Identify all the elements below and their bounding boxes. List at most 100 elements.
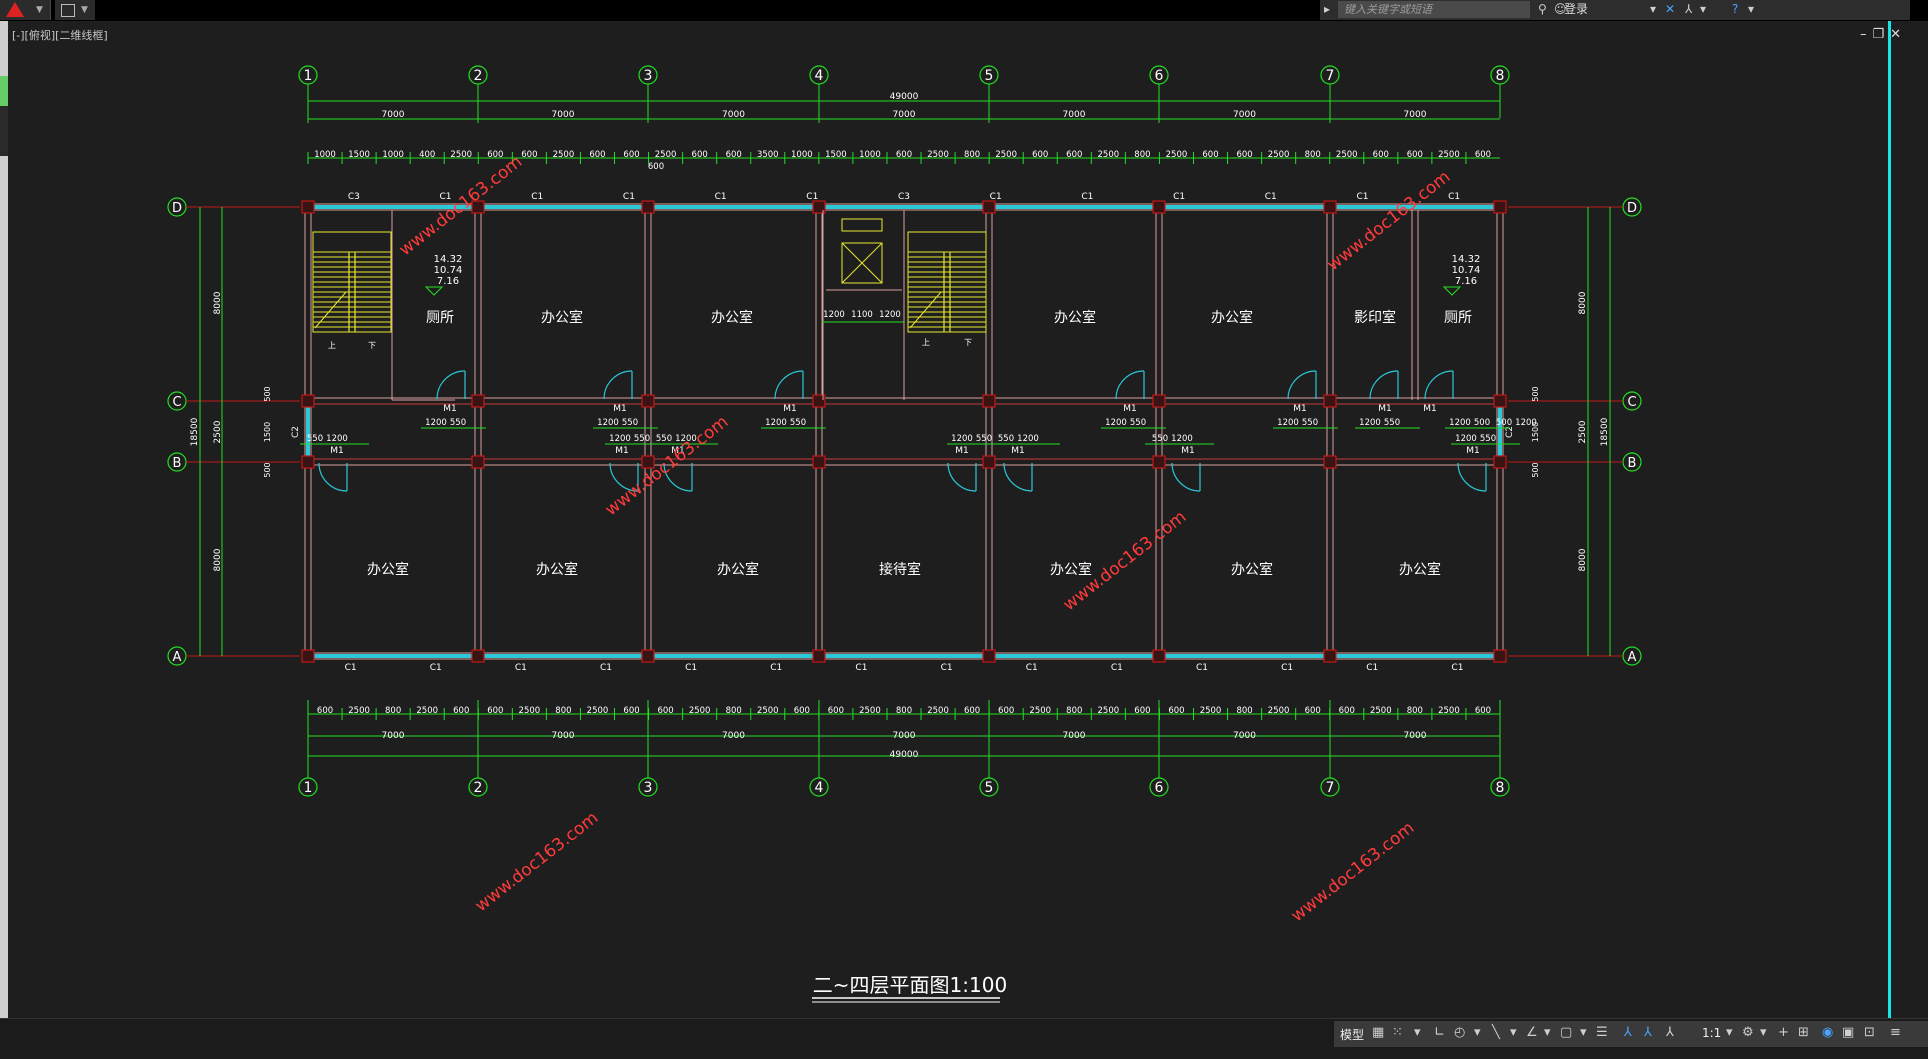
isodraft-icon[interactable]: ╲ xyxy=(1492,1025,1500,1040)
isolate-objects-icon[interactable]: ⊞ xyxy=(1798,1025,1809,1040)
dim-top-segment: 2500 xyxy=(1268,150,1290,160)
axis-label-A: A xyxy=(173,650,182,665)
dim-top-extra: 600 xyxy=(648,162,664,172)
dim-door-c: 500 xyxy=(1496,418,1512,428)
auto-scale-icon[interactable]: ⅄ xyxy=(1644,1025,1652,1040)
door-swing xyxy=(318,462,348,492)
dim-right-inner: 500 xyxy=(1531,462,1540,477)
window-c2-right xyxy=(1498,406,1502,457)
dim-bottom-segment: 800 xyxy=(726,706,742,716)
dim-bottom-segment: 600 xyxy=(453,706,469,716)
dim-bay-bottom: 7000 xyxy=(382,731,405,741)
window-band xyxy=(308,205,1500,209)
dim-bay-bottom: 7000 xyxy=(893,731,916,741)
annotation-visibility-icon[interactable]: ⅄ xyxy=(1624,1025,1632,1040)
dim-left-part: 2500 xyxy=(213,420,223,443)
grid-icon[interactable]: ▦ xyxy=(1372,1025,1384,1040)
chevron-down-icon[interactable]: ▾ xyxy=(1474,1025,1481,1040)
level-mark: 14.32 xyxy=(1452,254,1481,265)
ortho-icon[interactable]: ∟ xyxy=(1434,1025,1445,1040)
door-swing xyxy=(1424,370,1454,400)
window-tag: C2 xyxy=(291,426,301,438)
watermark: www.doc163.com xyxy=(472,808,603,916)
structural-column xyxy=(1152,455,1166,469)
chevron-down-icon[interactable]: ▾ xyxy=(1580,1025,1587,1040)
door-tag: M1 xyxy=(1181,446,1195,456)
dim-top-segment: 800 xyxy=(1305,150,1321,160)
dim-door-c: 1200 xyxy=(1277,418,1299,428)
customization-menu-icon[interactable]: ≡ xyxy=(1890,1025,1901,1040)
structural-column xyxy=(1323,455,1337,469)
dim-door-b: 550 xyxy=(976,434,992,444)
structural-column xyxy=(641,200,655,214)
dim-door-b: 1200 xyxy=(609,434,631,444)
structural-column xyxy=(1323,200,1337,214)
snap-icon[interactable]: ⁙ xyxy=(1392,1025,1403,1040)
axis-label-4: 4 xyxy=(815,780,824,796)
dim-door-b: 550 xyxy=(307,434,323,444)
dim-top-segment: 1500 xyxy=(825,150,847,160)
door-swing xyxy=(774,370,804,400)
structural-column xyxy=(982,394,996,408)
drawing-canvas[interactable]: 1 1 2 2 3 3 4 4 5 5 6 6 7 7 8 8 D D C C B B A A 49000 7000 7000 700… xyxy=(0,0,1928,1018)
dim-bottom-segment: 600 xyxy=(487,706,503,716)
structural-column xyxy=(982,200,996,214)
model-space-button[interactable]: 模型 xyxy=(1340,1026,1364,1043)
dim-door-b: 1200 xyxy=(326,434,348,444)
annotation-scale-icon[interactable]: ⅄ xyxy=(1666,1025,1674,1040)
dim-top-segment: 2500 xyxy=(995,150,1017,160)
annotation-scale-value[interactable]: 1:1 xyxy=(1702,1026,1721,1040)
dim-bottom-segment: 2500 xyxy=(587,706,609,716)
window-tag: C1 xyxy=(1448,192,1460,202)
osnap-tracking-icon[interactable]: ∠ xyxy=(1526,1025,1538,1040)
dim-top-segment: 600 xyxy=(1373,150,1389,160)
dim-door-b: 550 xyxy=(1480,434,1496,444)
workspace-gear-icon[interactable]: ⚙ xyxy=(1742,1025,1754,1040)
dim-top-segment: 400 xyxy=(419,150,435,160)
window-tag: C1 xyxy=(855,663,867,673)
status-toolbar: 模型 ▦ ⁙ ▾ ∟ ◴ ▾ ╲ ▾ ∠ ▾ ▢ ▾ ☰ ⅄ ⅄ ⅄ 1:1 ▾… xyxy=(1334,1021,1928,1047)
structural-column xyxy=(1493,200,1507,214)
level-mark: 7.16 xyxy=(437,276,459,287)
structural-column xyxy=(1323,649,1337,663)
dim-bottom-segment: 2500 xyxy=(416,706,438,716)
watermark: www.doc163.com xyxy=(1324,167,1455,275)
axis-label-6: 6 xyxy=(1155,780,1164,796)
chevron-down-icon[interactable]: ▾ xyxy=(1544,1025,1551,1040)
dim-top-segment: 2500 xyxy=(1098,150,1120,160)
chevron-down-icon[interactable]: ▾ xyxy=(1760,1025,1767,1040)
level-triangle xyxy=(1442,286,1462,296)
dim-top-segment: 600 xyxy=(1407,150,1423,160)
window-tag: C1 xyxy=(941,663,953,673)
dim-top-segment: 600 xyxy=(692,150,708,160)
lineweight-icon[interactable]: ☰ xyxy=(1596,1025,1608,1040)
dim-bottom-segment: 600 xyxy=(317,706,333,716)
dim-bay-top: 7000 xyxy=(552,110,575,120)
dim-top-segment: 1500 xyxy=(348,150,370,160)
dim-door-b: 550 xyxy=(634,434,650,444)
structural-column xyxy=(471,394,485,408)
room-label: 厕所 xyxy=(1444,310,1472,326)
window-tag: C1 xyxy=(515,663,527,673)
dim-right-inner: 500 xyxy=(1531,386,1540,401)
chevron-down-icon[interactable]: ▾ xyxy=(1726,1025,1733,1040)
chevron-down-icon[interactable]: ▾ xyxy=(1414,1025,1421,1040)
dim-door-c: 1200 xyxy=(597,418,619,428)
dim-door-c: 500 xyxy=(1474,418,1490,428)
object-snap-icon[interactable]: ▢ xyxy=(1560,1025,1572,1040)
axis-label-1: 1 xyxy=(304,68,313,84)
dim-lift: 1200 xyxy=(879,310,901,320)
level-mark: 14.32 xyxy=(434,254,463,265)
dim-bottom-segment: 2500 xyxy=(519,706,541,716)
elevator-panel xyxy=(841,218,883,232)
dim-bottom-segment: 600 xyxy=(1305,706,1321,716)
polar-icon[interactable]: ◴ xyxy=(1454,1025,1465,1040)
clean-screen-icon[interactable]: ⊡ xyxy=(1864,1025,1875,1040)
performance-icon[interactable]: ▣ xyxy=(1842,1025,1854,1040)
chevron-down-icon[interactable]: ▾ xyxy=(1510,1025,1517,1040)
room-label: 办公室 xyxy=(1211,309,1253,326)
plus-icon[interactable]: + xyxy=(1778,1025,1789,1040)
door-swing xyxy=(1457,462,1487,492)
axis-label-3: 3 xyxy=(644,68,653,84)
hardware-acceleration-icon[interactable]: ◉ xyxy=(1822,1025,1833,1040)
